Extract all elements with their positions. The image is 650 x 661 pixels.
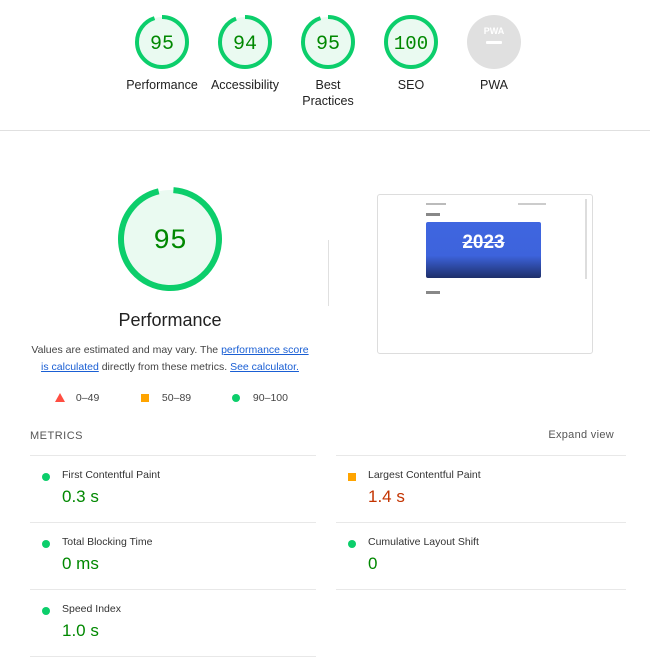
expand-view-button[interactable]: Expand view (548, 429, 614, 441)
gauge-label: Best Practices (302, 78, 354, 108)
performance-score-gauge: 95 (115, 184, 225, 299)
legend-range: 0–49 (75, 392, 100, 404)
desc-text: directly from these metrics. (98, 361, 231, 373)
gauge-performance[interactable]: 95 Performance (117, 14, 207, 93)
average-square-icon (348, 473, 356, 481)
gauge-ring: 100 (384, 15, 438, 69)
final-screenshot[interactable]: 2023 (377, 194, 593, 354)
performance-title: Performance (118, 310, 222, 330)
gauge-score: 95 (316, 33, 340, 56)
metric-name: Total Blocking Time (62, 536, 153, 548)
gauge-label: PWA (479, 78, 508, 92)
divider (328, 240, 329, 306)
gauge-ring: 94 (218, 15, 272, 69)
metric-value: 0 (368, 554, 378, 573)
metric-total-blocking-time[interactable]: Total Blocking Time 0 ms (30, 522, 316, 589)
metric-value: 1.0 s (62, 621, 99, 640)
pass-circle-icon (42, 473, 50, 481)
gauge-label: SEO (397, 78, 425, 92)
triangle-icon (55, 393, 65, 402)
legend-range: 90–100 (252, 392, 288, 404)
metric-name: Largest Contentful Paint (368, 469, 481, 481)
screenshot-scrollbar (585, 199, 587, 279)
gauge-accessibility[interactable]: 94 Accessibility (200, 14, 290, 93)
metric-value: 0.3 s (62, 487, 99, 506)
pass-circle-icon (42, 607, 50, 615)
pwa-badge-icon: PWA (467, 15, 521, 69)
category-gauges: 95 Performance 94 Accessibility 95 Best … (0, 0, 650, 131)
gauge-seo[interactable]: 100 SEO (366, 14, 456, 93)
legend-pass: 90–100 (232, 392, 288, 404)
score-value: 95 (153, 226, 187, 257)
circle-icon (232, 394, 240, 402)
metric-value: 1.4 s (368, 487, 405, 506)
metrics-heading: METRICS (30, 430, 83, 442)
legend-fail: 0–49 (55, 392, 99, 404)
desc-text: Values are estimated and may vary. The (31, 344, 222, 356)
metric-name: Cumulative Layout Shift (368, 536, 479, 548)
metric-name: Speed Index (62, 603, 121, 615)
metric-value: 0 ms (62, 554, 99, 573)
gauge-best-practices[interactable]: 95 Best Practices (283, 14, 373, 109)
gauge-score: 95 (150, 33, 174, 56)
metric-name: First Contentful Paint (62, 469, 161, 481)
performance-description: Values are estimated and may vary. The p… (30, 342, 310, 376)
gauge-ring: 95 (135, 15, 189, 69)
screenshot-banner: 2023 (426, 222, 541, 278)
gauge-score: 100 (394, 33, 428, 55)
pass-circle-icon (42, 540, 50, 548)
score-ring: 95 (118, 187, 222, 291)
legend-average: 50–89 (141, 392, 191, 404)
gauge-label: Accessibility (210, 78, 280, 92)
gauge-score: 94 (233, 33, 257, 56)
gauge-label: Performance (126, 78, 198, 92)
see-calculator-link[interactable]: See calculator. (230, 361, 299, 373)
metric-largest-contentful-paint[interactable]: Largest Contentful Paint 1.4 s (336, 455, 626, 522)
banner-headline: 2023 (462, 232, 505, 253)
gauge-ring: 95 (301, 15, 355, 69)
metric-first-contentful-paint[interactable]: First Contentful Paint 0.3 s (30, 455, 316, 522)
metric-speed-index[interactable]: Speed Index 1.0 s (30, 589, 316, 657)
pwa-badge-text: PWA (484, 26, 505, 36)
legend-range: 50–89 (161, 392, 192, 404)
gauge-pwa[interactable]: PWA PWA (449, 14, 539, 93)
metric-cumulative-layout-shift[interactable]: Cumulative Layout Shift 0 (336, 522, 626, 590)
square-icon (141, 394, 149, 402)
pass-circle-icon (348, 540, 356, 548)
